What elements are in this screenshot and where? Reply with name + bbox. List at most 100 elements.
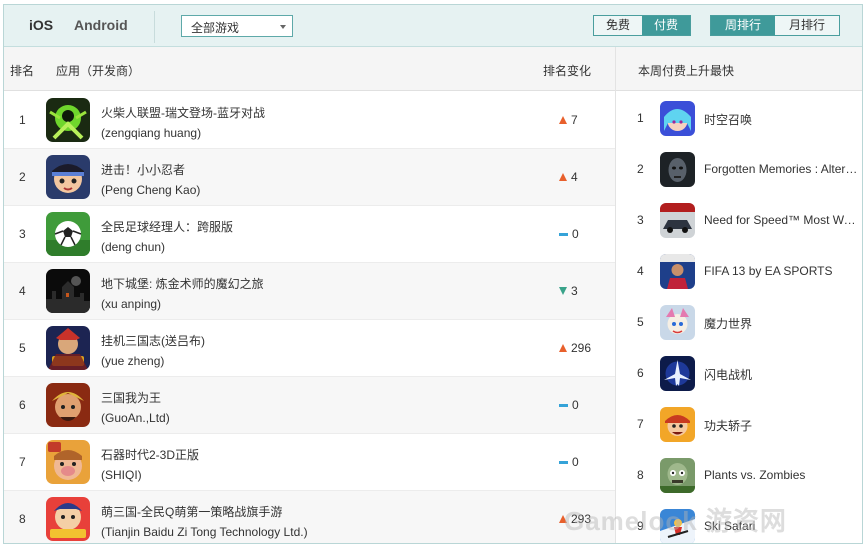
game-filter-value: 全部游戏	[191, 21, 240, 35]
list-item[interactable]: 9 Ski Safari	[616, 501, 862, 543]
anime-girl-game-icon[interactable]	[660, 101, 695, 136]
table-header: 排名 应用（开发商） 排名变化	[4, 47, 615, 91]
stone-age-game-icon[interactable]	[46, 440, 90, 484]
racing-car-game-icon[interactable]	[660, 203, 695, 238]
list-app-name[interactable]: 闪电战机	[704, 366, 862, 383]
ninja-game-icon[interactable]	[46, 155, 90, 199]
app-name[interactable]: 石器时代2-3D正版	[101, 446, 199, 463]
header-app: 应用（开发商）	[56, 64, 141, 78]
list-item[interactable]: 7 功夫轿子	[616, 399, 862, 450]
cute-three-kingdoms-game-icon[interactable]	[46, 497, 90, 541]
list-app-name[interactable]: 时空召唤	[704, 111, 862, 128]
header-rank: 排名	[10, 64, 35, 78]
app-name[interactable]: 三国我为王	[101, 389, 161, 406]
chevron-down-icon	[280, 25, 286, 29]
row-rank: 2	[19, 170, 26, 184]
row-rank: 7	[19, 455, 26, 469]
app-developer: (yue zheng)	[101, 354, 165, 368]
table-row[interactable]: 2 进击！小小忍者 (Peng Cheng Kao) 4	[4, 149, 615, 206]
rank-change: 7	[559, 113, 578, 127]
list-app-name[interactable]: 功夫轿子	[704, 417, 862, 434]
list-app-name[interactable]: FIFA 13 by EA SPORTS	[704, 264, 862, 278]
tab-weekly[interactable]: 周排行	[711, 16, 775, 35]
rank-change-value: 7	[571, 113, 578, 127]
app-name[interactable]: 地下城堡: 炼金术师的魔幻之旅	[101, 275, 264, 292]
castle-game-icon[interactable]	[46, 269, 90, 313]
app-developer: (Peng Cheng Kao)	[101, 183, 201, 197]
tab-paid[interactable]: 付费	[642, 16, 690, 35]
fastest-rising-list: 本周付费上升最快 1 时空召唤 2 Forgotten Memories : A…	[616, 47, 862, 543]
list-item[interactable]: 3 Need for Speed™ Most Wanted	[616, 195, 862, 246]
dark-face-game-icon[interactable]	[660, 152, 695, 187]
list-item[interactable]: 6 闪电战机	[616, 348, 862, 399]
app-name[interactable]: 全民足球经理人：跨服版	[101, 218, 233, 235]
list-item[interactable]: 2 Forgotten Memories : Alternate Realiti…	[616, 144, 862, 195]
table-row[interactable]: 7 石器时代2-3D正版 (SHIQI) 0	[4, 434, 615, 491]
list-item[interactable]: 1 时空召唤	[616, 93, 862, 144]
top-divider	[154, 11, 155, 43]
tab-monthly[interactable]: 月排行	[775, 16, 839, 35]
price-toggle: 免费 付费	[593, 15, 691, 36]
list-rank: 2	[637, 162, 644, 176]
magic-world-game-icon[interactable]	[660, 305, 695, 340]
app-name[interactable]: 火柴人联盟-瑞文登场-蓝牙对战	[101, 104, 265, 121]
list-rank: 6	[637, 366, 644, 380]
warrior-game-icon[interactable]	[46, 383, 90, 427]
table-row[interactable]: 6 三国我为王 (GuoAn.,Ltd) 0	[4, 377, 615, 434]
list-rank: 7	[637, 417, 644, 431]
rank-change: 3	[559, 284, 578, 298]
rank-change-value: 4	[571, 170, 578, 184]
row-rank: 3	[19, 227, 26, 241]
ski-game-icon[interactable]	[660, 509, 695, 543]
rank-change-value: 0	[572, 455, 579, 469]
table-row[interactable]: 5 挂机三国志(送吕布) (yue zheng) 296	[4, 320, 615, 377]
table-row[interactable]: 4 地下城堡: 炼金术师的魔幻之旅 (xu anping) 3	[4, 263, 615, 320]
rank-change-value: 0	[572, 398, 579, 412]
tab-android[interactable]: Android	[74, 17, 128, 33]
rank-change-value: 0	[572, 227, 579, 241]
list-item[interactable]: 5 魔力世界	[616, 297, 862, 348]
tab-ios[interactable]: iOS	[29, 17, 53, 33]
fastest-rising-header: 本周付费上升最快	[616, 47, 862, 91]
three-kingdoms-game-icon[interactable]	[46, 326, 90, 370]
rank-change: 293	[559, 512, 591, 526]
game-filter-select[interactable]: 全部游戏	[181, 15, 293, 37]
app-developer: (zengqiang huang)	[101, 126, 202, 140]
arrow-up-icon	[559, 515, 567, 523]
table-row[interactable]: 3 全民足球经理人：跨服版 (deng chun) 0	[4, 206, 615, 263]
list-item[interactable]: 8 Plants vs. Zombies	[616, 450, 862, 501]
period-toggle: 周排行 月排行	[710, 15, 840, 36]
football-player-game-icon[interactable]	[660, 254, 695, 289]
zombie-game-icon[interactable]	[660, 458, 695, 493]
ranking-panel: iOS Android 全部游戏 免费 付费 周排行 月排行 排名 应用（开发商…	[3, 4, 863, 544]
list-app-name[interactable]: Ski Safari	[704, 519, 862, 533]
rank-change: 0	[559, 398, 579, 412]
dash-icon	[559, 232, 568, 236]
list-app-name[interactable]: Forgotten Memories : Alternate Realities	[704, 162, 862, 176]
arrow-up-icon	[559, 116, 567, 124]
rank-change: 0	[559, 227, 579, 241]
kungfu-game-icon[interactable]	[660, 407, 695, 442]
fighter-jet-game-icon[interactable]	[660, 356, 695, 391]
list-rank: 9	[637, 519, 644, 533]
tab-free[interactable]: 免费	[594, 16, 642, 35]
rank-change: 0	[559, 455, 579, 469]
app-name[interactable]: 进击！小小忍者	[101, 161, 185, 178]
table-row[interactable]: 1 火柴人联盟-瑞文登场-蓝牙对战 (zengqiang huang) 7	[4, 92, 615, 149]
list-app-name[interactable]: Need for Speed™ Most Wanted	[704, 213, 862, 227]
app-developer: (SHIQI)	[101, 468, 142, 482]
list-item[interactable]: 4 FIFA 13 by EA SPORTS	[616, 246, 862, 297]
stickman-game-icon[interactable]	[46, 98, 90, 142]
list-app-name[interactable]: Plants vs. Zombies	[704, 468, 862, 482]
app-developer: (deng chun)	[101, 240, 166, 254]
app-name[interactable]: 挂机三国志(送吕布)	[101, 332, 205, 349]
soccer-game-icon[interactable]	[46, 212, 90, 256]
rank-change: 296	[559, 341, 591, 355]
app-name[interactable]: 萌三国-全民Q萌第一策略战旗手游	[101, 503, 282, 520]
dash-icon	[559, 460, 568, 464]
rank-change-value: 3	[571, 284, 578, 298]
app-developer: (GuoAn.,Ltd)	[101, 411, 170, 425]
list-rank: 4	[637, 264, 644, 278]
list-app-name[interactable]: 魔力世界	[704, 315, 862, 332]
table-row[interactable]: 8 萌三国-全民Q萌第一策略战旗手游 (Tianjin Baidu Zi Ton…	[4, 491, 615, 543]
